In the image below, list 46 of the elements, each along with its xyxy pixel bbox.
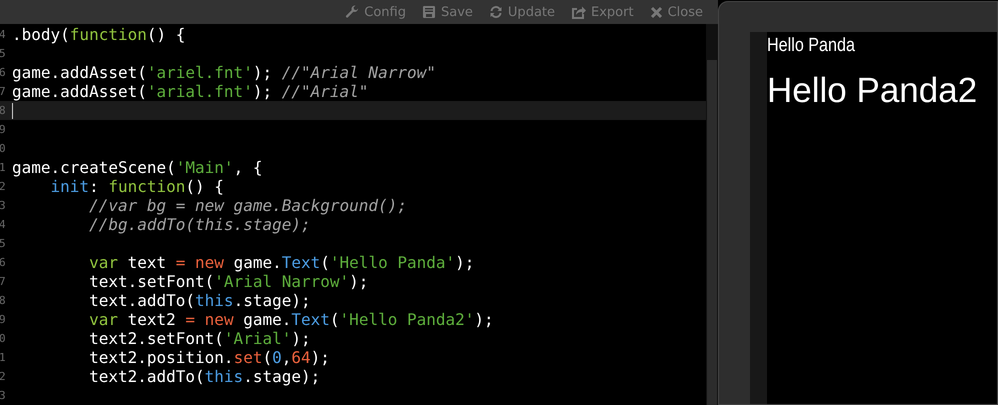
wrench-icon [345, 5, 360, 19]
line-number: 1 [0, 160, 7, 176]
preview-text: Hello Panda2 [767, 71, 978, 111]
preview-text: Hello Panda [767, 34, 856, 57]
text-cursor [12, 102, 13, 118]
code-line: .body(function() { [12, 25, 186, 44]
line-number: 8 [0, 103, 7, 119]
close-button[interactable]: Close [644, 0, 708, 24]
close-icon [650, 6, 663, 18]
line-number: 9 [0, 312, 7, 328]
code-line: text.setFont('Arial Narrow'); [88, 272, 368, 291]
code-line: //bg.addTo(this.stage); [88, 215, 311, 234]
update-button[interactable]: Update [484, 0, 560, 24]
code-line: var text2 = new game.Text('Hello Panda2'); [88, 310, 494, 329]
code-line: text2.setFont('Arial'); [88, 329, 311, 348]
code-line: init: function() { [50, 177, 224, 196]
config-button[interactable]: Config [340, 0, 411, 24]
line-number: 7 [0, 274, 7, 290]
line-number: 2 [0, 179, 7, 195]
refresh-icon [488, 5, 503, 19]
line-number: 3 [0, 198, 7, 214]
code-line: game.addAsset('ariel.fnt'); //"Arial Narrow" [12, 63, 436, 82]
code-line: game.createScene('Main', { [12, 158, 262, 177]
line-number: 6 [0, 65, 7, 81]
code-line: text2.position.set(0,64); [88, 348, 330, 367]
line-number: 7 [0, 84, 7, 100]
code-line: //var bg = new game.Background(); [88, 196, 407, 215]
line-number: 5 [0, 236, 7, 252]
line-number: 3 [0, 388, 7, 404]
scrollbar-thumb[interactable] [707, 60, 717, 405]
export-icon [571, 4, 586, 20]
code-line: game.addAsset('arial.fnt'); //"Arial" [12, 82, 368, 101]
code-line: var text = new game.Text('Hello Panda'); [88, 253, 474, 272]
line-number: 1 [0, 350, 7, 366]
export-button[interactable]: Export [566, 0, 639, 24]
line-number: 8 [0, 293, 7, 309]
save-icon [422, 5, 436, 19]
code-line: text2.addTo(this.stage); [88, 367, 320, 386]
line-number: 9 [0, 122, 7, 138]
line-number: 0 [0, 141, 7, 157]
line-number: 0 [0, 331, 7, 347]
code-line: text.addTo(this.stage); [88, 291, 311, 310]
save-button[interactable]: Save [417, 0, 478, 24]
line-number: 6 [0, 255, 7, 271]
line-number: 2 [0, 369, 7, 385]
line-number: 5 [0, 46, 7, 62]
